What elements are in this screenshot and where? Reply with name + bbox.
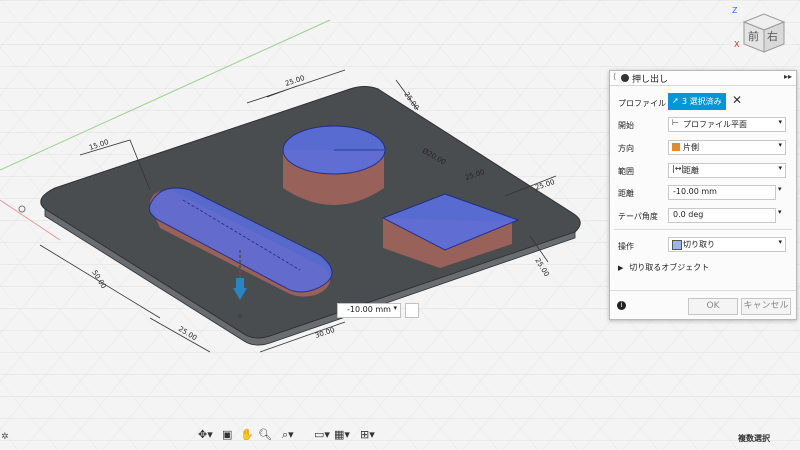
circle-cut[interactable]	[282, 125, 386, 205]
clear-selection-icon[interactable]: ✕	[732, 93, 742, 107]
taper-caret-icon[interactable]: ▾	[778, 208, 782, 216]
cursor-arrow-icon: ➚	[672, 96, 679, 105]
profile-selection-button[interactable]: ➚ 3 選択済み	[668, 93, 726, 110]
extrude-dialog: ⟨ 押し出し ▸▸ プロファイル ➚ 3 選択済み ✕ 開始 ⊢ プロファイル平…	[609, 70, 797, 320]
taper-input[interactable]: 0.0 deg	[668, 208, 776, 223]
taper-label: テーパ角度	[618, 212, 658, 221]
viewcube-axis-x: X	[734, 40, 740, 49]
chevron-down-icon: ▾	[778, 118, 782, 126]
extent-label: 範囲	[618, 167, 634, 176]
chevron-down-icon[interactable]: ▾	[393, 304, 397, 312]
viewports-icon[interactable]: ⊞▾	[360, 428, 375, 446]
objects-to-cut-toggle[interactable]: ▶ 切り取るオブジェクト	[618, 262, 709, 273]
chevron-down-icon: ▾	[778, 164, 782, 172]
distance-floating-input[interactable]: -10.00 mm ▾	[337, 303, 401, 318]
operation-label: 操作	[618, 242, 634, 251]
profile-selection-text: 3 選択済み	[682, 97, 722, 106]
grid-settings-icon[interactable]: ▦▾	[334, 428, 350, 446]
profile-plane-icon: ⊢	[672, 118, 679, 127]
start-value: プロファイル平面	[683, 120, 747, 129]
dialog-title: 押し出し	[632, 75, 669, 85]
viewcube-axis-z: Z	[732, 6, 738, 15]
viewcube-face-front[interactable]: 前	[748, 28, 759, 44]
objects-to-cut-label: 切り取るオブジェクト	[629, 263, 710, 272]
expand-icon[interactable]: ▸▸	[784, 72, 792, 81]
start-select[interactable]: ⊢ プロファイル平面 ▾	[668, 117, 786, 132]
distance-floating-value: -10.00 mm	[347, 305, 391, 314]
dialog-header[interactable]: ⟨ 押し出し ▸▸	[610, 71, 796, 86]
direction-label: 方向	[618, 144, 634, 153]
cut-icon	[672, 240, 682, 250]
profile-label: プロファイル	[618, 99, 666, 108]
chevron-down-icon: ▾	[778, 141, 782, 149]
chevron-down-icon: ▾	[778, 238, 782, 246]
operation-value: 切り取り	[683, 240, 715, 249]
viewcube-face-right[interactable]: 右	[767, 28, 778, 44]
view-cube[interactable]: Z X 前 右	[730, 4, 796, 60]
gear-icon[interactable]: ✲	[1, 432, 9, 442]
direction-value: 片側	[683, 143, 699, 152]
cancel-button[interactable]: キャンセル	[741, 298, 791, 315]
multi-select-status: 複数選択	[738, 434, 770, 443]
minus-circle-icon[interactable]	[621, 74, 629, 82]
dialog-divider	[614, 229, 792, 230]
info-icon[interactable]: i	[617, 301, 626, 310]
direction-select[interactable]: 片側 ▾	[668, 140, 786, 155]
one-side-icon	[672, 143, 680, 151]
dialog-divider-bottom	[610, 290, 796, 291]
distance-input[interactable]: -10.00 mm	[668, 185, 776, 200]
fit-icon[interactable]: ⌕▾	[282, 428, 294, 446]
ok-button[interactable]: OK	[688, 298, 738, 315]
orbit-icon[interactable]: ✥▾	[198, 428, 213, 446]
extent-select[interactable]: |↔| 距離 ▾	[668, 163, 786, 178]
navigation-toolbar: ✥▾ ▣ ✋ 🔍︎ ⌕▾ ▭▾ ▦▾ ⊞▾	[196, 428, 382, 448]
look-at-icon[interactable]: ▣	[222, 428, 232, 446]
chevron-right-icon: ▶	[618, 264, 624, 272]
collapse-icon[interactable]: ⟨	[613, 72, 616, 81]
pan-icon[interactable]: ✋	[240, 428, 254, 446]
extent-value: 距離	[683, 166, 699, 175]
distance-handle-icon[interactable]	[405, 303, 419, 318]
taper-value: 0.0 deg	[673, 210, 704, 219]
zoom-icon[interactable]: 🔍︎	[258, 428, 272, 446]
distance-caret-icon[interactable]: ▾	[778, 185, 782, 193]
display-settings-icon[interactable]: ▭▾	[314, 428, 330, 446]
distance-value: -10.00 mm	[673, 187, 717, 196]
start-label: 開始	[618, 121, 634, 130]
operation-select[interactable]: 切り取り ▾	[668, 237, 786, 252]
distance-label: 距離	[618, 189, 634, 198]
